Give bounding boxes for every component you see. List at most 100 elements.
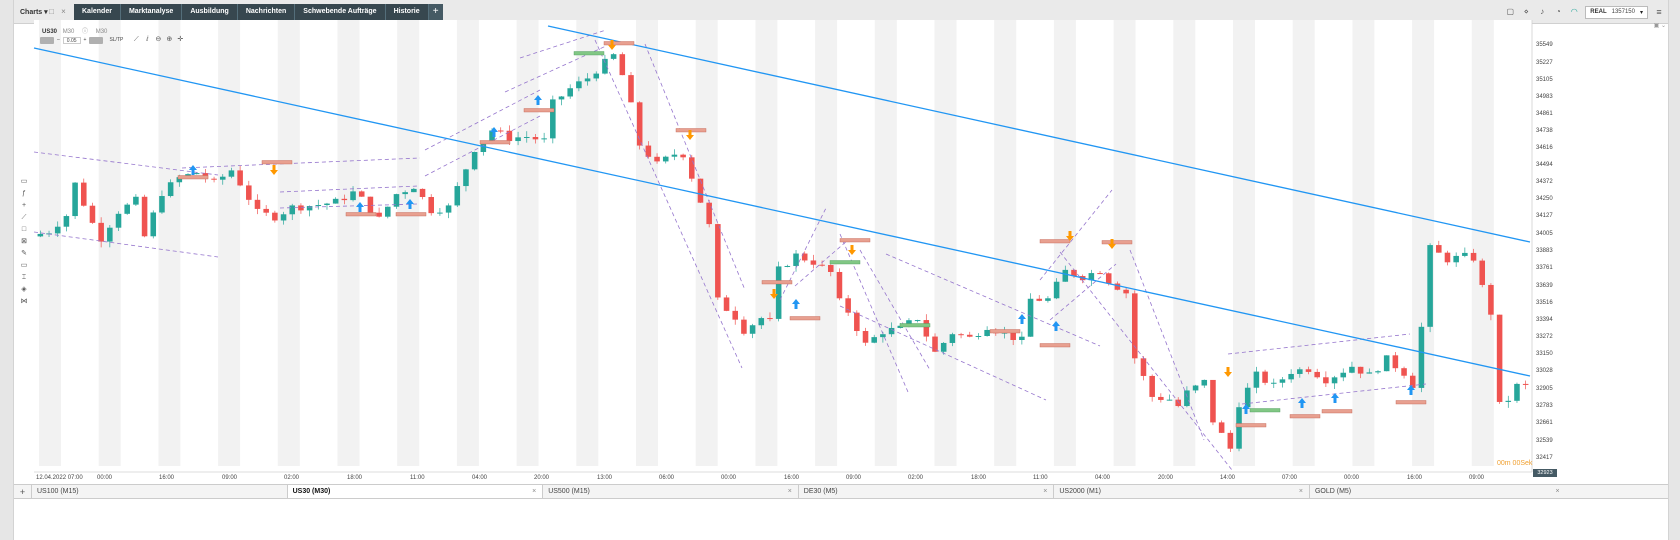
candle-body [958, 334, 964, 336]
candle-body [506, 130, 513, 142]
candle-body [1149, 375, 1155, 397]
candle-body [1349, 366, 1355, 373]
candle-body [1444, 252, 1451, 263]
fibonacci-tool-icon[interactable]: ⊠ [19, 236, 29, 248]
candle-body [1462, 252, 1468, 256]
candle-body [1505, 400, 1512, 402]
time-tick-label: 09:00 [222, 475, 238, 480]
indicators-icon[interactable]: ⅈ [143, 36, 151, 44]
candle-body [1305, 369, 1312, 372]
price-chart[interactable]: 35549 35227 35105 34983 34861 34738 34616 34494… [0, 0, 1680, 480]
line-tool-icon[interactable]: ⟋ [19, 212, 29, 224]
candle-body [150, 212, 157, 237]
candle-body [1436, 245, 1442, 253]
candle-body [1470, 252, 1477, 261]
candle-body [324, 203, 330, 206]
candle-body [1488, 284, 1494, 315]
close-tab-icon[interactable]: × [1555, 485, 1559, 499]
candle-body [1357, 366, 1364, 374]
info-icon[interactable]: ⓘ [82, 29, 88, 35]
candle-body [1279, 379, 1286, 383]
candle-body [454, 186, 461, 206]
close-tab-icon[interactable]: × [1299, 485, 1303, 499]
comment-tool-icon[interactable]: ▭ [19, 260, 29, 272]
candle-body [584, 78, 591, 82]
time-tick-label: 02:00 [284, 475, 300, 480]
price-tick-label: 35549 [1536, 42, 1553, 48]
candle-body [732, 310, 739, 320]
chart-type-icon[interactable]: ⟋ [132, 36, 140, 44]
symbol-name: US30 [42, 29, 58, 35]
rectangle-tool-icon[interactable]: □ [19, 224, 29, 236]
candle-body [767, 318, 773, 320]
session-band [158, 20, 181, 466]
order-bar [829, 260, 861, 265]
instrument-tab-us100[interactable]: US100 (M15) [32, 485, 288, 498]
candle-body [445, 205, 452, 213]
candle-body [1297, 369, 1303, 374]
instrument-tab-gold[interactable]: GOLD (M5) × [1310, 485, 1566, 498]
candle-body [1036, 298, 1043, 301]
buy-button[interactable] [89, 36, 104, 44]
candle-body [1010, 332, 1016, 340]
instrument-tab-us2000[interactable]: US2000 (M1) × [1054, 485, 1310, 498]
candle-body [845, 298, 851, 313]
candle-body [332, 198, 339, 204]
candle-body [254, 199, 261, 209]
pen-tool-icon[interactable]: ✎ [19, 248, 29, 260]
price-tick-label: 34372 [1536, 179, 1553, 185]
candle-body [749, 325, 756, 334]
candle-body [428, 197, 434, 214]
candle-body [1027, 298, 1034, 337]
candle-body [1479, 260, 1486, 285]
minus-icon[interactable]: – [57, 37, 60, 43]
cursor-tool-icon[interactable]: ▭ [19, 176, 29, 188]
order-toolbar: – 0.05 + SL/TP ⟋ ⅈ ⊖ ⊕ ✛ [40, 36, 184, 44]
time-tick-label: 14:00 [1220, 475, 1236, 480]
candle-body [1045, 298, 1051, 301]
share-tool-icon[interactable]: ⋈ [19, 296, 29, 308]
candle-body [610, 54, 617, 59]
chart-corner-buttons[interactable]: ▣ ⌄ [1654, 22, 1666, 29]
layers-tool-icon[interactable]: ◈ [19, 284, 29, 296]
close-tab-icon[interactable]: × [1043, 485, 1047, 499]
candle-body [1253, 371, 1260, 388]
time-tick-label: 20:00 [1158, 475, 1174, 480]
candle-body [419, 188, 426, 198]
zoom-out-icon[interactable]: ⊖ [154, 36, 162, 44]
add-instrument-button[interactable]: + [14, 485, 32, 498]
instrument-tab-us30[interactable]: US30 (M30) × [287, 485, 544, 499]
crosshair-tool-icon[interactable]: + [19, 200, 29, 212]
close-tab-icon[interactable]: × [532, 485, 536, 499]
app-root: Charts ▾ □ × Kalender Marktanalyse Ausbi… [0, 0, 1680, 540]
lot-size-input[interactable]: 0.05 [62, 36, 81, 44]
candle-body [1375, 371, 1381, 373]
sell-button[interactable] [40, 36, 54, 44]
candle-body [940, 342, 947, 352]
timeframe-selector[interactable]: M30 [96, 29, 108, 35]
zoom-in-icon[interactable]: ⊕ [165, 36, 173, 44]
candle-body [1314, 371, 1320, 378]
sltp-toggle[interactable]: SL/TP [109, 37, 123, 43]
candle-body [1270, 382, 1277, 384]
crosshair-icon[interactable]: ✛ [176, 36, 184, 44]
candle-body [689, 157, 695, 179]
order-bar [177, 175, 209, 180]
session-band [337, 20, 360, 466]
session-band [516, 20, 539, 466]
current-price-label: 32923 [1533, 469, 1557, 477]
candle-body [706, 202, 712, 225]
time-tick-label: 04:00 [472, 475, 488, 480]
function-tool-icon[interactable]: ƒ [19, 188, 29, 200]
time-tick-label: 18:00 [971, 475, 987, 480]
candle-body [1514, 383, 1520, 401]
instrument-tab-de30[interactable]: DE30 (M5) × [799, 485, 1055, 498]
instrument-tab-us500[interactable]: US500 (M15) × [543, 485, 799, 498]
order-bar [261, 160, 293, 165]
plus-icon[interactable]: + [84, 37, 87, 43]
measure-tool-icon[interactable]: ⌶ [19, 272, 29, 284]
order-bar [573, 51, 605, 56]
close-tab-icon[interactable]: × [788, 485, 792, 499]
price-tick-label: 34861 [1536, 111, 1553, 117]
candle-body [558, 96, 565, 100]
